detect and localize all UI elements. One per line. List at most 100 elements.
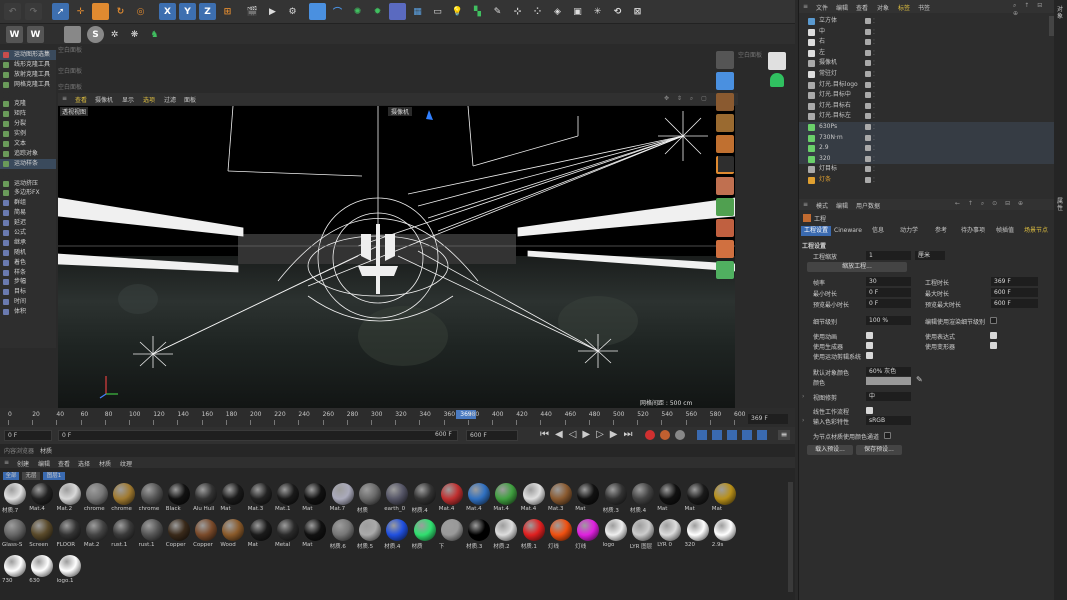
mograph-tool-item[interactable]: 运动样条 <box>0 158 56 169</box>
object-row[interactable]: 730N·m ⁚ <box>799 132 1055 144</box>
mograph-tool-item[interactable]: 追踪对象 <box>0 149 56 159</box>
tool-object-icon[interactable] <box>716 51 734 69</box>
redo-icon[interactable]: ↷ <box>25 3 42 20</box>
min-frame-field[interactable]: 0 F <box>58 430 458 441</box>
camera-icon[interactable]: ▭ <box>429 3 446 20</box>
object-row[interactable]: 中 ⁚ <box>799 27 1055 38</box>
mograph-tool-item[interactable]: 运动图形选集 <box>0 50 56 60</box>
spline-pen-icon[interactable]: ⌒ <box>329 3 346 20</box>
tab-key-interpolation[interactable]: 帧插值 <box>993 226 1017 236</box>
axis-y-button[interactable]: Y <box>179 3 196 20</box>
material-thumbnail[interactable]: 灯线 <box>575 518 601 552</box>
mograph-tool-item[interactable]: 线形克隆工具 <box>0 60 56 70</box>
material-thumbnail[interactable]: Screen <box>29 518 55 552</box>
layer-checkbox-icon[interactable] <box>865 134 871 141</box>
project-scale-field[interactable]: 1 <box>866 251 911 260</box>
tab-reference[interactable]: 参考 <box>932 226 950 236</box>
om-menu-tags[interactable]: 标签 <box>898 3 910 12</box>
mograph-tool-item[interactable]: 延迟 <box>0 218 56 228</box>
material-thumbnail[interactable]: LYR 图层 <box>630 518 656 552</box>
material-thumbnail[interactable]: 730 <box>2 554 28 588</box>
mograph-tool-item[interactable]: 简易 <box>0 208 56 218</box>
cube-icon[interactable] <box>309 3 326 20</box>
object-row[interactable]: 2.9 ⁚ <box>799 143 1055 154</box>
layer-checkbox-icon[interactable] <box>865 60 871 67</box>
side-tab-attributes[interactable]: 属性 <box>1057 198 1064 212</box>
material-thumbnail[interactable]: Mat.2 <box>84 518 110 552</box>
tab-dynamics[interactable]: 动力学 <box>897 226 921 236</box>
material-thumbnail[interactable]: logo.1 <box>57 554 83 588</box>
recent-tool-icon[interactable]: ◎ <box>132 3 149 20</box>
mograph-tool-item[interactable]: 网格克隆工具 <box>0 80 56 90</box>
material-thumbnail[interactable]: 灯线 <box>548 518 574 552</box>
tool-mograph-icon[interactable] <box>716 261 734 279</box>
object-row[interactable]: 灯光.目标右 ⁚ <box>799 101 1055 112</box>
viewport-menu-filter[interactable]: 过滤 <box>164 95 176 104</box>
fps-field[interactable]: 30 <box>866 277 911 286</box>
material-thumbnail[interactable]: Mat.4 <box>29 482 55 516</box>
transport-controls[interactable]: ⏮◀◁▶▷▶⏭ <box>540 429 638 440</box>
tool-points-icon[interactable] <box>716 93 734 111</box>
light-icon[interactable]: 💡 <box>449 3 466 20</box>
mograph-tool-item[interactable]: 矩阵 <box>0 109 56 119</box>
workplane-lock-icon[interactable]: W <box>27 26 44 43</box>
mograph-tool-item[interactable]: 放射克隆工具 <box>0 70 56 80</box>
layer-checkbox-icon[interactable] <box>865 49 871 56</box>
material-thumbnail[interactable]: Copper <box>193 518 219 552</box>
material-thumbnail[interactable]: Mat.4 <box>466 482 492 516</box>
filter-no-layer[interactable]: 无层 <box>22 472 40 480</box>
floor-icon[interactable]: ▦ <box>409 3 426 20</box>
mograph-tool-item[interactable]: 克隆 <box>0 99 56 109</box>
material-scrollbar[interactable] <box>788 482 793 592</box>
tool-polygons-icon[interactable] <box>716 135 734 153</box>
deformer-icon[interactable] <box>389 3 406 20</box>
viewport-menu-panel[interactable]: 面板 <box>184 95 196 104</box>
viewport-menu-display[interactable]: 显示 <box>122 95 134 104</box>
material-thumbnail[interactable]: Mat.4 <box>521 482 547 516</box>
material-thumbnail[interactable]: LYR 0 <box>657 518 683 552</box>
scale-icon[interactable] <box>92 3 109 20</box>
viewport-nav-icons[interactable]: ✥ ⇕ ⌕ ▢ <box>664 95 710 103</box>
material-thumbnail[interactable]: Mat <box>657 482 683 516</box>
object-row[interactable]: 灯光.目标logo ⁚ <box>799 80 1055 91</box>
material-thumbnail[interactable]: chrome <box>111 482 137 516</box>
view-clip-dropdown[interactable]: 中 <box>866 392 911 401</box>
object-row[interactable]: 灯条 ⁚ <box>799 175 1055 186</box>
material-thumbnail[interactable]: Glass-S <box>2 518 28 552</box>
material-menu-material[interactable]: 材质 <box>99 459 111 468</box>
material-thumbnail[interactable]: Mat <box>248 518 274 552</box>
mograph-tool-item[interactable]: 继承 <box>0 238 56 248</box>
material-thumbnail[interactable]: 材质.5 <box>357 518 383 552</box>
axis-x-button[interactable]: X <box>159 3 176 20</box>
material-thumbnail[interactable]: Alu Hull <box>193 482 219 516</box>
current-frame-field[interactable]: 369 F <box>748 414 788 424</box>
material-thumbnail[interactable]: 材质.4 <box>384 518 410 552</box>
material-thumbnail[interactable]: 下 <box>439 518 465 552</box>
attr-menu-userdata[interactable]: 用户数据 <box>856 201 880 210</box>
render-picture-icon[interactable]: ▶ <box>264 3 281 20</box>
object-row[interactable]: 摄像机 ⁚ <box>799 58 1055 69</box>
material-thumbnail[interactable]: Mat.3 <box>248 482 274 516</box>
key-param-icon[interactable] <box>742 430 752 440</box>
tool-paint-icon[interactable] <box>716 219 734 237</box>
layer-checkbox-icon[interactable] <box>865 39 871 46</box>
material-thumbnail[interactable]: 材质.3 <box>603 482 629 516</box>
person-icon[interactable] <box>770 73 784 87</box>
layer-checkbox-icon[interactable] <box>865 81 871 88</box>
project-scale-unit[interactable]: 厘米 <box>915 251 945 260</box>
menu-handle-icon[interactable]: ≡ <box>4 459 9 466</box>
lod-render-checkbox[interactable] <box>990 317 997 324</box>
layer-checkbox-icon[interactable] <box>865 102 871 109</box>
filter-layer-1[interactable]: 图层1 <box>43 472 65 480</box>
view-clip-expand-icon[interactable]: › <box>802 393 804 400</box>
key-pla-icon[interactable] <box>757 430 767 440</box>
material-thumbnail[interactable]: 材质.1 <box>521 518 547 552</box>
layer-checkbox-icon[interactable] <box>865 71 871 77</box>
use-expression-checkbox[interactable] <box>990 332 997 339</box>
viewport-menu-options[interactable]: 选项 <box>143 95 155 104</box>
render-region-icon[interactable] <box>768 52 786 70</box>
content-browser-tab[interactable]: 内容浏览器 <box>4 446 34 455</box>
axis-mode-icon[interactable]: ⟲ <box>609 3 626 20</box>
material-thumbnail[interactable]: 630 <box>29 554 55 588</box>
duration-field[interactable]: 369 F <box>991 277 1038 286</box>
